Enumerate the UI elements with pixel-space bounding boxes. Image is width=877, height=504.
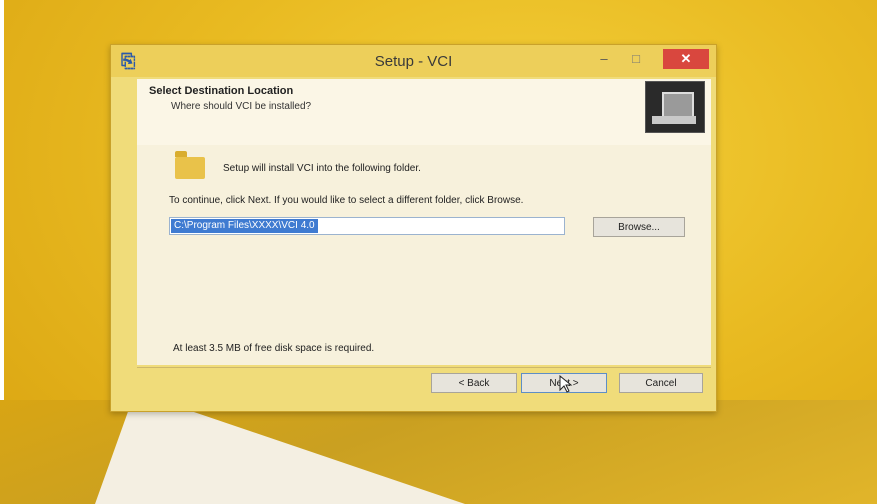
browse-button[interactable]: Browse... [593,217,685,237]
install-computer-icon [645,81,705,133]
folder-icon [175,151,205,179]
close-button[interactable]: ✕ [663,49,709,69]
setup-dialog: ⎘ Setup - VCI – □ ✕ Select Destination L… [110,44,717,412]
footer-separator [137,367,711,368]
cancel-button[interactable]: Cancel [619,373,703,393]
install-pc-shape [652,116,696,124]
page-title: Select Destination Location [149,85,294,97]
mouse-pointer-icon [559,375,573,393]
destination-path-value[interactable]: C:\Program Files\XXXX\VCI 4.0 [171,219,318,233]
title-bar[interactable]: ⎘ Setup - VCI – □ ✕ [111,45,716,77]
wizard-body: Setup will install VCI into the followin… [137,145,711,365]
maximize-button[interactable]: □ [623,49,649,69]
minimize-button[interactable]: – [591,49,617,69]
continue-instruction: To continue, click Next. If you would li… [169,195,524,206]
page-subtitle: Where should VCI be installed? [171,101,312,112]
install-description: Setup will install VCI into the followin… [223,163,421,174]
back-button[interactable]: < Back [431,373,517,393]
disk-space-requirement: At least 3.5 MB of free disk space is re… [173,343,375,354]
